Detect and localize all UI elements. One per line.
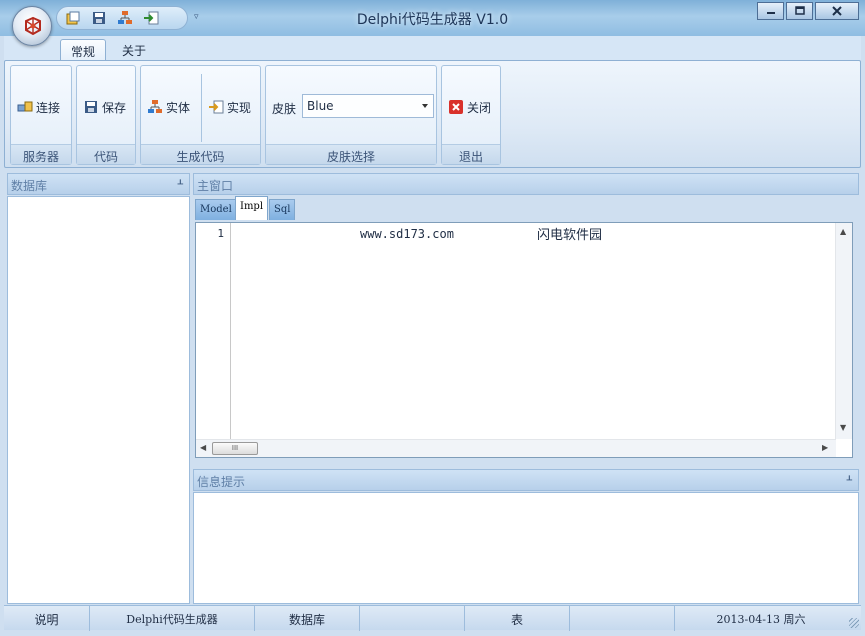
ribbon-panel: 连接 服务器 保存 代码 实体 实现 生成代码 皮肤 Blue 皮肤选择 关闭 … <box>4 60 861 168</box>
open-icon[interactable] <box>65 10 83 28</box>
group-generate-code: 实体 实现 生成代码 <box>140 65 261 165</box>
info-panel-title: 信息提示 <box>197 475 246 489</box>
group-separator <box>201 74 202 142</box>
status-cell-empty-1 <box>360 606 465 631</box>
resize-grip-icon[interactable] <box>849 618 859 628</box>
save-icon <box>85 101 97 113</box>
skin-label: 皮肤 <box>272 102 297 116</box>
ribbon-tab-strip: 常规 关于 <box>4 36 861 61</box>
horizontal-scrollbar[interactable]: ◀ III ▶ <box>196 439 836 457</box>
group-exit: 关闭 退出 <box>441 65 501 165</box>
tab-model[interactable]: Model <box>195 199 237 220</box>
pin-icon[interactable]: ᚆ <box>847 473 852 486</box>
entity-button[interactable]: 实体 <box>147 96 190 118</box>
connect-button[interactable]: 连接 <box>17 96 60 118</box>
code-line[interactable]: www.sd173.com 闪电软件园 <box>232 224 832 243</box>
status-cell-date: 2013-04-13 周六 <box>716 613 806 626</box>
status-cell-table: 表 <box>465 606 570 631</box>
code-cn-text: 闪电软件园 <box>537 228 603 243</box>
hierarchy-icon[interactable] <box>117 10 135 28</box>
hscroll-thumb[interactable]: III <box>212 442 258 455</box>
group-label-server: 服务器 <box>11 144 71 164</box>
group-label-exit: 退出 <box>442 144 500 164</box>
database-panel-title: 数据库 <box>11 179 48 193</box>
maximize-button[interactable] <box>786 2 813 20</box>
window-controls <box>755 2 859 22</box>
app-logo-icon <box>25 16 41 36</box>
application-menu-button[interactable] <box>12 6 52 46</box>
tab-impl[interactable]: Impl <box>235 196 269 220</box>
connect-icon <box>17 101 33 112</box>
minimize-icon <box>766 12 775 14</box>
database-tree[interactable] <box>7 196 190 604</box>
code-url-text: www.sd173.com <box>360 227 454 241</box>
save-label: 保存 <box>102 100 127 115</box>
export-icon[interactable] <box>143 10 161 28</box>
quick-access-toolbar <box>56 6 188 30</box>
connect-label: 连接 <box>36 100 61 115</box>
tab-general[interactable]: 常规 <box>60 39 107 61</box>
skin-select[interactable]: Blue <box>302 94 434 118</box>
info-panel-body <box>193 492 859 604</box>
implement-icon <box>209 100 224 114</box>
save-icon[interactable] <box>91 10 109 28</box>
entity-label: 实体 <box>166 100 191 115</box>
main-panel-title: 主窗口 <box>197 179 234 193</box>
close-icon <box>832 6 842 16</box>
implement-button[interactable]: 实现 <box>208 96 251 118</box>
group-label-generate-code: 生成代码 <box>141 144 260 164</box>
group-label-code: 代码 <box>77 144 135 164</box>
tab-about[interactable]: 关于 <box>112 39 156 61</box>
entity-icon <box>148 100 162 113</box>
window-title: Delphi代码生成器 V1.0 <box>356 12 509 28</box>
scroll-down-icon[interactable]: ▼ <box>840 423 846 432</box>
close-app-button[interactable]: 关闭 <box>448 96 491 118</box>
scroll-left-icon[interactable]: ◀ <box>200 443 206 452</box>
vertical-scrollbar[interactable]: ▲ ▼ <box>835 223 852 439</box>
dropdown-arrow-icon <box>422 104 428 108</box>
close-window-button[interactable] <box>815 2 859 20</box>
status-cell-empty-2 <box>570 606 675 631</box>
implement-label: 实现 <box>227 100 252 115</box>
skin-select-value: Blue <box>307 99 334 113</box>
close-icon <box>449 100 463 114</box>
close-app-label: 关闭 <box>467 100 492 115</box>
group-label-skin: 皮肤选择 <box>266 144 436 164</box>
info-panel-header: 信息提示 ᚆ <box>193 469 859 491</box>
status-cell-note: 说明 <box>4 606 90 631</box>
qat-customize-icon[interactable]: ▿ <box>194 12 204 22</box>
group-code: 保存 代码 <box>76 65 136 165</box>
status-cell-app: Delphi代码生成器 <box>90 606 255 631</box>
line-number: 1 <box>217 227 224 240</box>
main-panel-header: 主窗口 <box>193 173 859 195</box>
pin-icon[interactable]: ᚆ <box>178 177 183 190</box>
save-button[interactable]: 保存 <box>83 96 126 118</box>
status-bar: 说明 Delphi代码生成器 数据库 表 2013-04-13 周六 <box>4 605 861 631</box>
scroll-right-icon[interactable]: ▶ <box>822 443 828 452</box>
group-skin: 皮肤 Blue 皮肤选择 <box>265 65 437 165</box>
database-panel-header: 数据库 ᚆ <box>7 173 190 195</box>
line-number-gutter: 1 <box>196 223 231 439</box>
scroll-up-icon[interactable]: ▲ <box>840 227 846 236</box>
maximize-icon <box>794 6 805 15</box>
title-bar: ▿ Delphi代码生成器 V1.0 <box>0 0 865 36</box>
tab-sql[interactable]: Sql <box>269 199 296 220</box>
code-editor[interactable]: 1 www.sd173.com 闪电软件园 ▲ ▼ ◀ III ▶ <box>195 222 853 458</box>
minimize-button[interactable] <box>757 2 784 20</box>
group-server: 连接 服务器 <box>10 65 72 165</box>
status-cell-database: 数据库 <box>255 606 360 631</box>
